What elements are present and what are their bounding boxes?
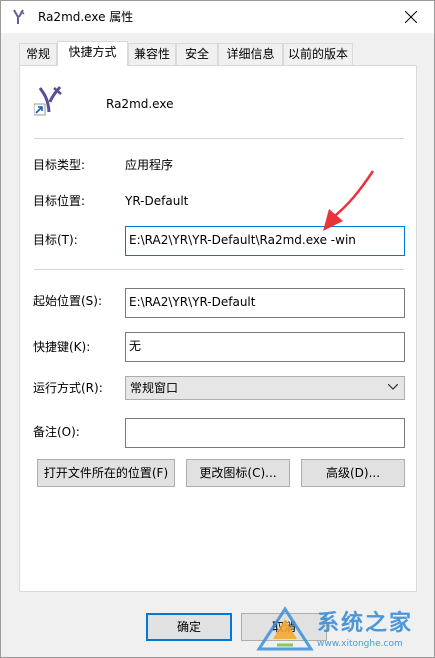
title-bar[interactable]: Ra2md.exe 属性 xyxy=(1,1,434,33)
watermark-url: www.xitonghe.com xyxy=(317,639,403,649)
run-select[interactable]: 常规窗口 xyxy=(125,376,405,400)
watermark-logo-icon xyxy=(256,606,314,651)
tab-compatibility[interactable]: 兼容性 xyxy=(128,43,176,65)
chevron-down-icon xyxy=(388,384,398,390)
app-icon xyxy=(33,84,68,116)
change-icon-button[interactable]: 更改图标(C)... xyxy=(186,459,290,487)
target-location-value: YR-Default xyxy=(125,194,189,208)
separator xyxy=(34,269,404,270)
comment-field[interactable] xyxy=(125,418,405,448)
target-type-label: 目标类型: xyxy=(33,158,86,172)
tab-previous-versions[interactable]: 以前的版本 xyxy=(283,43,353,65)
open-file-location-button[interactable]: 打开文件所在的位置(F) xyxy=(37,459,175,487)
annotation-arrow xyxy=(323,170,375,231)
close-button[interactable] xyxy=(388,1,434,33)
shortcut-panel: Ra2md.exe 目标类型: 应用程序 目标位置: YR-Default 目标… xyxy=(19,65,417,592)
run-label: 运行方式(R): xyxy=(33,381,103,395)
app-name: Ra2md.exe xyxy=(106,97,174,111)
advanced-button[interactable]: 高级(D)... xyxy=(301,459,405,487)
watermark-text: 系统之家 xyxy=(317,611,414,636)
close-icon xyxy=(405,11,417,23)
target-type-value: 应用程序 xyxy=(125,158,174,172)
ok-button[interactable]: 确定 xyxy=(146,613,232,641)
run-select-value: 常规窗口 xyxy=(130,381,179,395)
tab-details[interactable]: 详细信息 xyxy=(218,43,283,65)
target-location-label: 目标位置: xyxy=(33,194,86,208)
start-in-field[interactable]: E:\RA2\YR\YR-Default xyxy=(125,288,405,318)
target-label: 目标(T): xyxy=(33,233,78,247)
hotkey-field[interactable]: 无 xyxy=(125,332,405,362)
properties-dialog: Ra2md.exe 属性 常规 快捷方式 兼容性 安全 详细信息 以前的版本 R… xyxy=(0,0,435,658)
comment-label: 备注(O): xyxy=(33,425,80,439)
tab-security[interactable]: 安全 xyxy=(176,43,218,65)
watermark: 系统之家 www.xitonghe.com xyxy=(251,601,435,658)
tab-shortcut[interactable]: 快捷方式 xyxy=(57,41,128,66)
separator xyxy=(34,138,404,139)
start-in-label: 起始位置(S): xyxy=(33,294,103,308)
tab-general[interactable]: 常规 xyxy=(19,43,57,65)
hotkey-label: 快捷键(K): xyxy=(33,340,91,354)
window-title: Ra2md.exe 属性 xyxy=(38,10,134,24)
app-icon-small xyxy=(11,9,27,25)
